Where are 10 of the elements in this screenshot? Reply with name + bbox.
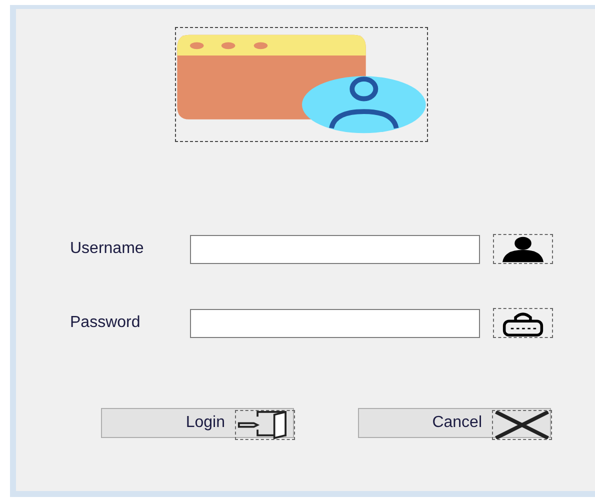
input-field[interactable] — [190, 234, 480, 264]
input-field[interactable] — [190, 308, 480, 338]
field-label: Password — [69, 314, 142, 332]
door-icon — [235, 410, 295, 440]
close-icon — [492, 410, 552, 440]
login-button[interactable]: Login — [101, 408, 294, 438]
user-icon — [493, 234, 553, 264]
field-label: Username — [69, 240, 145, 258]
cancel-button[interactable]: Cancel — [358, 408, 551, 438]
lock-icon — [493, 308, 553, 338]
